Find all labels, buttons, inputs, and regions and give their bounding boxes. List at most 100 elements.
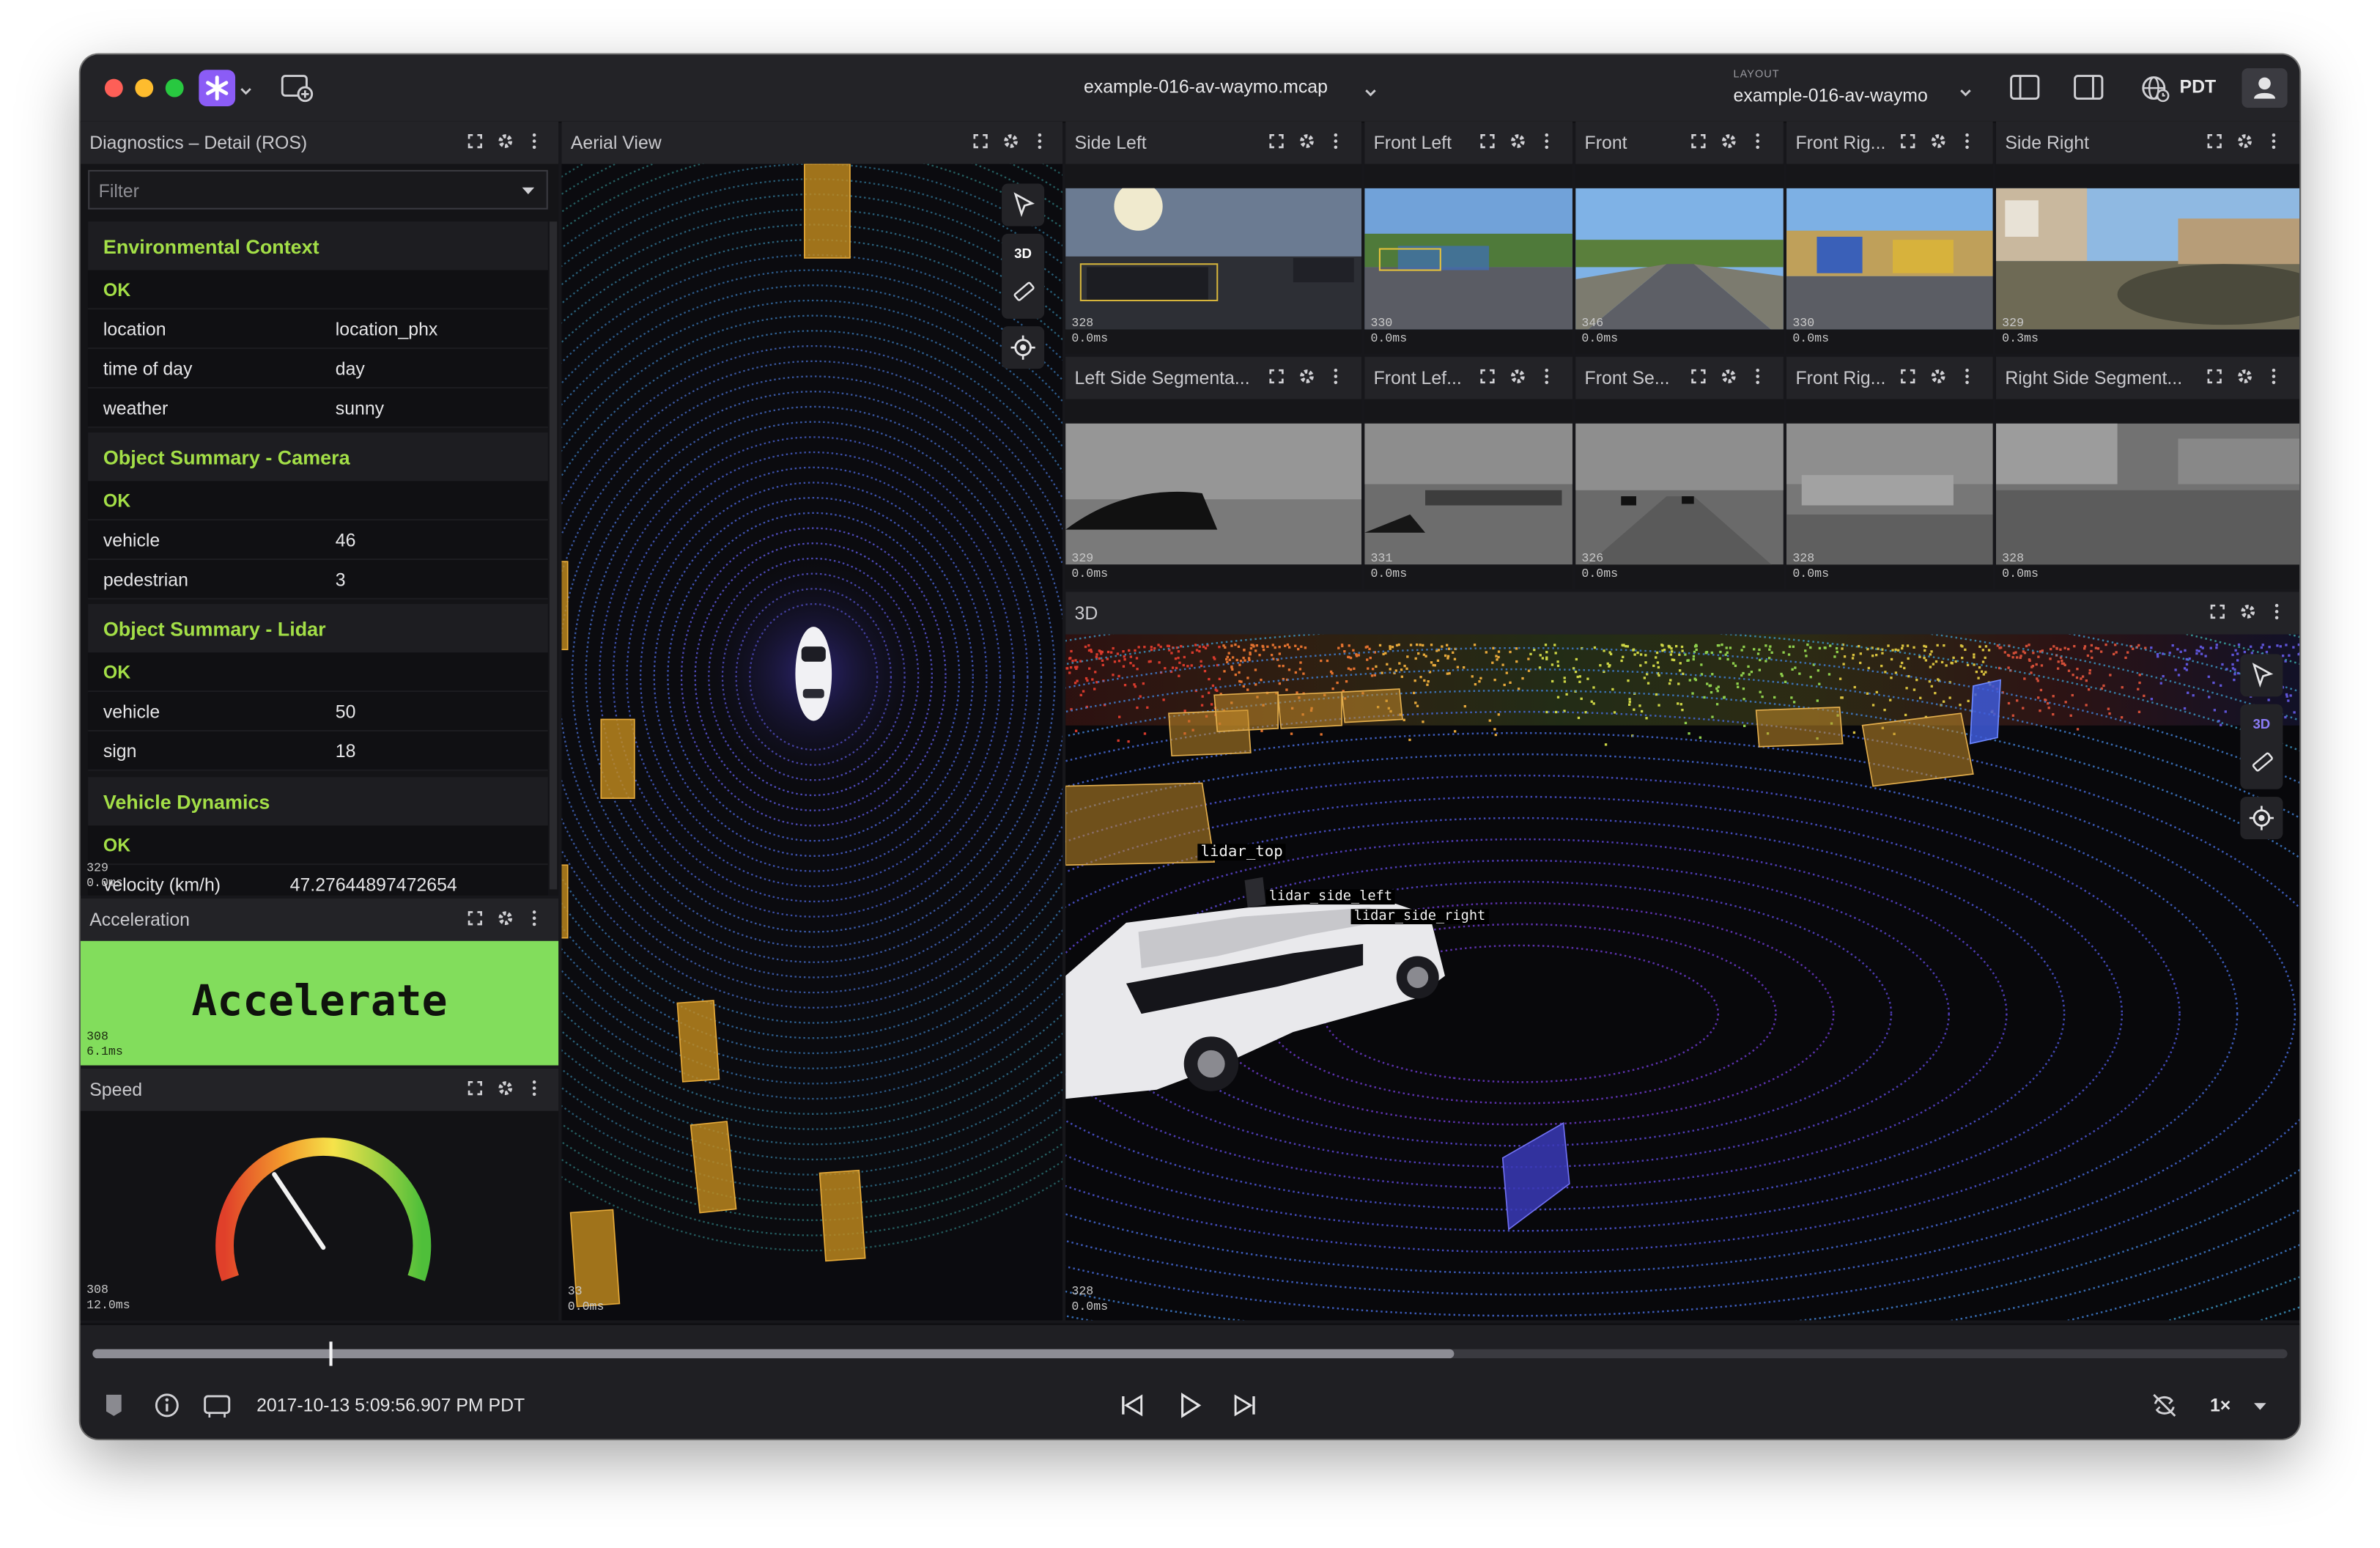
lidar-point bbox=[1203, 669, 1207, 673]
lidar-point bbox=[2236, 659, 2239, 662]
close-window-button[interactable] bbox=[104, 78, 123, 97]
object-box bbox=[690, 1121, 737, 1214]
file-name[interactable]: example-016-av-waymo.mcap bbox=[1084, 76, 1328, 97]
loop-icon[interactable] bbox=[202, 1392, 232, 1427]
segmentations-panel: Front Se... 326 0.0ms bbox=[1575, 356, 1784, 589]
mode-3d-label[interactable]: 3D bbox=[1002, 246, 1044, 261]
lidar-point bbox=[1798, 672, 1801, 675]
lidar-point bbox=[1453, 657, 1457, 660]
scrubber-playhead[interactable] bbox=[329, 1341, 333, 1366]
lidar-point bbox=[1563, 680, 1567, 683]
status-ok: OK bbox=[103, 279, 131, 301]
diag-row: vehicle 50 bbox=[88, 692, 548, 732]
view-mode-toggle[interactable]: 3D bbox=[2240, 704, 2283, 789]
left-sidebar-toggle-icon[interactable] bbox=[2010, 74, 2040, 108]
speed-dropdown-icon[interactable] bbox=[2252, 1402, 2268, 1411]
layout-name[interactable]: example-016-av-waymo bbox=[1734, 85, 1928, 106]
app-logo-icon[interactable] bbox=[199, 70, 236, 106]
select-tool-button[interactable] bbox=[1002, 183, 1045, 226]
lidar-point bbox=[1639, 653, 1643, 656]
lidar-point bbox=[1628, 700, 1631, 704]
lidar-point bbox=[1170, 652, 1173, 655]
lidar-point bbox=[1740, 649, 1743, 652]
lidar-point bbox=[1655, 693, 1658, 696]
bookmark-icon[interactable] bbox=[103, 1393, 125, 1425]
lidar-point bbox=[1655, 651, 1659, 655]
lidar-point bbox=[1238, 671, 1241, 674]
lidar-point bbox=[1726, 657, 1729, 661]
playback-scrubber[interactable] bbox=[92, 1341, 2288, 1366]
lidar-point bbox=[2279, 645, 2282, 648]
lidar-point bbox=[1285, 688, 1288, 691]
playback-speed[interactable]: 1× bbox=[2210, 1395, 2231, 1416]
recenter-button[interactable] bbox=[2240, 797, 2283, 840]
recenter-button[interactable] bbox=[1002, 326, 1045, 369]
skip-back-icon[interactable] bbox=[1119, 1392, 1146, 1427]
lidar-point bbox=[1578, 680, 1581, 683]
lidar-point bbox=[1792, 645, 1795, 648]
info-icon[interactable] bbox=[153, 1392, 180, 1427]
lidar-point bbox=[1237, 645, 1241, 648]
select-tool-button[interactable] bbox=[2240, 654, 2283, 697]
lidar-point bbox=[1231, 656, 1235, 659]
lidar-point bbox=[1824, 646, 1827, 649]
skip-forward-icon[interactable] bbox=[1231, 1392, 1258, 1427]
lidar-point bbox=[1123, 658, 1126, 661]
add-panel-icon[interactable] bbox=[281, 73, 314, 111]
title-bar: example-016-av-waymo.mcap LAYOUT example… bbox=[80, 54, 2300, 123]
lidar-point bbox=[1936, 644, 1939, 647]
lidar-point bbox=[2088, 668, 2091, 672]
lidar-point bbox=[1065, 667, 1069, 670]
lidar-point bbox=[2067, 647, 2070, 651]
app-menu-chevron-icon[interactable] bbox=[238, 79, 254, 106]
lidar-point bbox=[2200, 652, 2203, 655]
lidar-point bbox=[1726, 651, 1729, 655]
lidar-point bbox=[1622, 655, 1625, 659]
lidar-point bbox=[2037, 655, 2040, 658]
panel-controls bbox=[1479, 130, 1558, 155]
lidar-point bbox=[1417, 652, 1420, 655]
diagnostics-filter-select[interactable]: Filter bbox=[88, 169, 548, 210]
lidar-point bbox=[2090, 649, 2093, 653]
lidar-point bbox=[2288, 654, 2291, 657]
diagnostics-scrollbar[interactable] bbox=[549, 221, 558, 890]
playback-timestamp[interactable]: 2017-10-13 5:09:56.907 PM PDT bbox=[256, 1395, 525, 1416]
lidar-point bbox=[1964, 648, 1967, 652]
lidar-point bbox=[1998, 646, 2001, 649]
lidar-point bbox=[1389, 668, 1392, 671]
lidar-point bbox=[1527, 657, 1530, 660]
lidar-point bbox=[1213, 657, 1216, 660]
lidar-point bbox=[1408, 738, 1411, 742]
right-sidebar-toggle-icon[interactable] bbox=[2074, 74, 2104, 108]
lidar-point bbox=[1331, 687, 1334, 690]
lidar-point bbox=[2212, 681, 2215, 685]
cameras-image bbox=[1786, 188, 1993, 330]
lidar-point bbox=[1668, 682, 1671, 685]
user-avatar-icon[interactable] bbox=[2242, 68, 2288, 108]
loop-off-icon[interactable] bbox=[2151, 1392, 2178, 1427]
lidar-point bbox=[1633, 708, 1636, 711]
lidar-point bbox=[1211, 684, 1215, 688]
play-icon[interactable] bbox=[1176, 1392, 1203, 1427]
lidar-point bbox=[2201, 646, 2204, 649]
lidar-point bbox=[1638, 704, 1641, 707]
lidar-point bbox=[1679, 662, 1682, 665]
timezone-label[interactable]: PDT bbox=[2180, 76, 2217, 97]
lidar-point bbox=[2124, 656, 2127, 660]
minimize-window-button[interactable] bbox=[135, 78, 154, 97]
lidar-point bbox=[1790, 696, 1793, 699]
layout-menu-chevron-icon[interactable] bbox=[1958, 81, 1973, 108]
lidar-point bbox=[1639, 664, 1642, 667]
lidar-point bbox=[1742, 698, 1745, 701]
view-mode-toggle[interactable]: 3D bbox=[1002, 233, 1045, 319]
timezone-globe-icon[interactable] bbox=[2140, 73, 2170, 111]
lidar-point bbox=[1479, 677, 1482, 680]
panel-controls bbox=[1268, 130, 1347, 155]
file-menu-chevron-icon[interactable] bbox=[1363, 81, 1378, 108]
lidar-point bbox=[2276, 644, 2279, 647]
lidar-point bbox=[1556, 660, 1559, 663]
zoom-window-button[interactable] bbox=[165, 78, 184, 97]
mode-3d-label[interactable]: 3D bbox=[2240, 716, 2283, 731]
panel-timestamp: 329 0.3ms bbox=[2002, 317, 2039, 347]
lidar-point bbox=[1448, 672, 1451, 675]
